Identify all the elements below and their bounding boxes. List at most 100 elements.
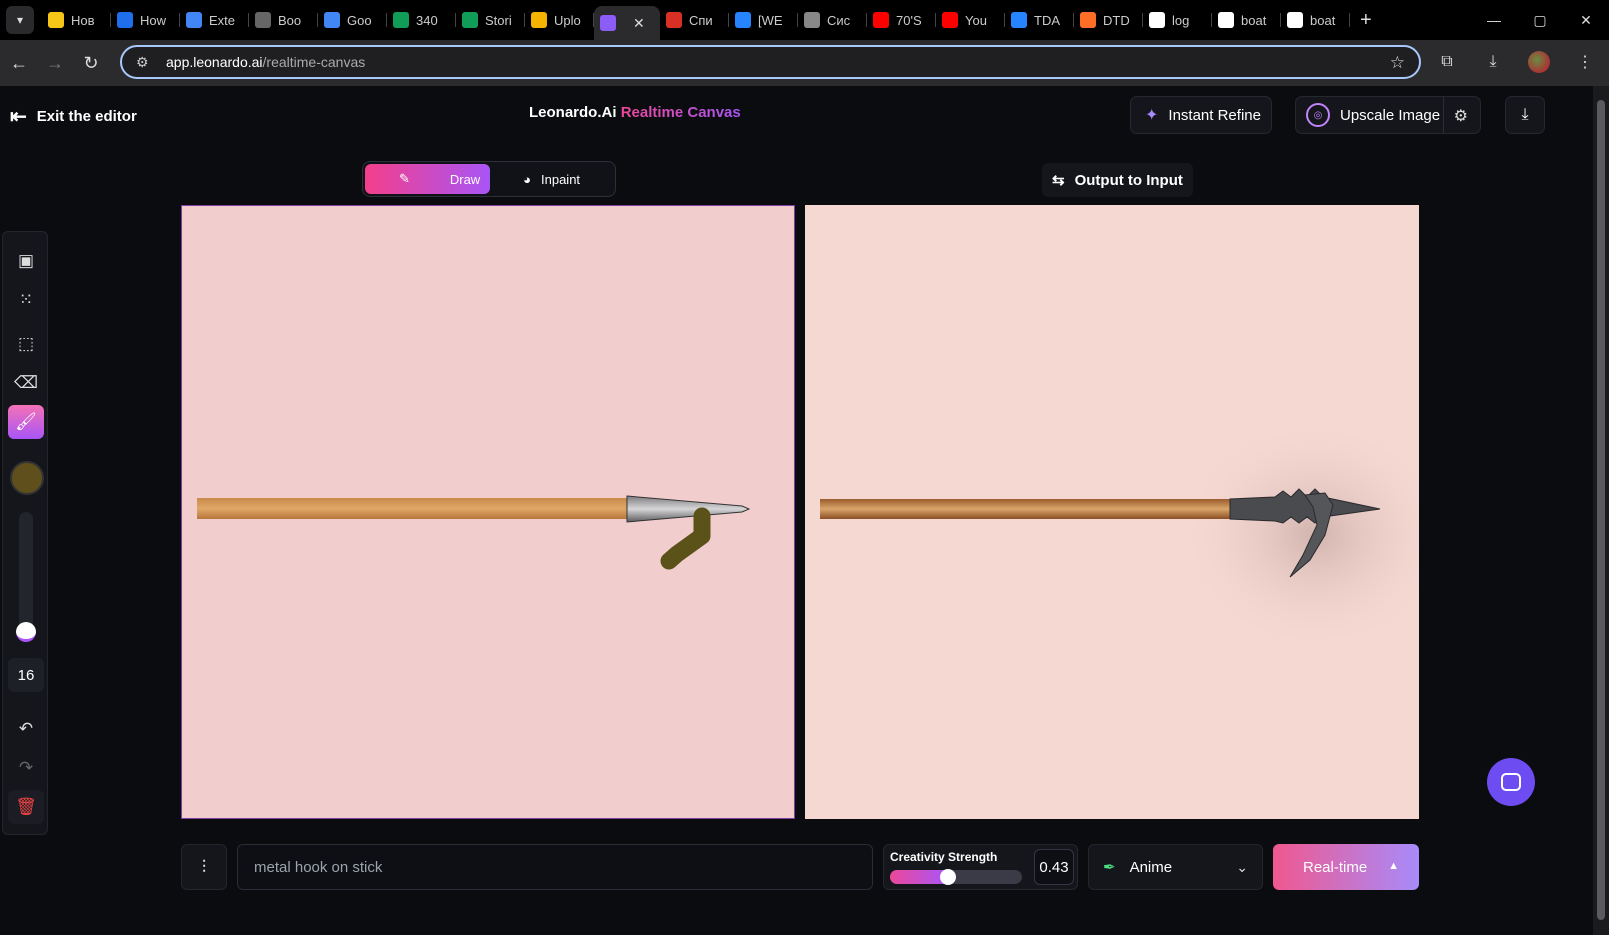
upscale-orb-icon: ◎ — [1306, 103, 1330, 127]
scrollbar-thumb[interactable] — [1597, 100, 1605, 920]
paint-brush-icon[interactable]: 🖌 — [8, 405, 44, 439]
tab-separator — [1349, 13, 1350, 27]
download-button[interactable]: ⤓ — [1505, 96, 1545, 134]
back-button[interactable]: ← — [2, 46, 36, 80]
brush-color-swatch[interactable] — [10, 461, 44, 495]
download-icon: ⤓ — [1521, 106, 1529, 123]
puzzle-icon — [186, 12, 202, 28]
browser-tab[interactable]: Сис — [798, 6, 867, 34]
slides-icon — [531, 12, 547, 28]
instant-refine-button[interactable]: ✦ Instant Refine — [1130, 96, 1272, 134]
prompt-settings-button[interactable]: ⫶ — [181, 844, 227, 890]
brush-size-slider[interactable] — [19, 512, 33, 640]
tab-label: Goo — [347, 12, 372, 28]
tab-label: boat — [1310, 12, 1336, 28]
output-to-input-button[interactable]: ⇆ Output to Input — [1042, 163, 1193, 197]
select-tool-icon[interactable]: ⬚ — [8, 327, 44, 361]
mode-toggle: ✎ Draw ◕ Inpaint — [362, 161, 616, 197]
creativity-slider-fill — [890, 870, 947, 884]
downloads-icon[interactable]: ⤓ — [1479, 48, 1507, 76]
page-scrollbar[interactable] — [1593, 86, 1609, 935]
browser-tab[interactable]: Goo — [318, 6, 387, 34]
creativity-strength-control: Creativity Strength 0.43 — [883, 844, 1078, 890]
browser-tab[interactable]: 70'S — [867, 6, 936, 34]
title-brand: Leonardo.Ai — [529, 104, 617, 121]
tab-label: 340 — [416, 12, 438, 28]
redo-icon[interactable]: ↷ — [8, 751, 44, 785]
tab-label: Нов — [71, 12, 95, 28]
trash-icon[interactable]: 🗑 — [8, 790, 44, 824]
draw-label: Draw — [449, 171, 481, 187]
tab-draw[interactable]: ✎ Draw — [365, 164, 491, 194]
tab-label: Спи — [689, 12, 713, 28]
hook-stroke — [660, 507, 711, 570]
browser-tab[interactable]: How — [111, 6, 180, 34]
realtime-label: Real-time — [1303, 858, 1368, 876]
tab-active[interactable]: ✕ — [594, 6, 660, 40]
input-canvas[interactable] — [181, 205, 795, 819]
browser-tab[interactable]: TDA — [1005, 6, 1074, 34]
browser-tab[interactable]: Exte — [180, 6, 249, 34]
grid-dots-icon[interactable]: ⁙ — [8, 283, 44, 317]
prompt-input[interactable]: metal hook on stick — [237, 844, 873, 890]
swap-arrows-icon: ⇆ — [1052, 172, 1065, 189]
browser-tab[interactable]: boat — [1212, 6, 1281, 34]
style-brush-icon: ✒ — [1103, 859, 1116, 876]
profile-avatar[interactable] — [1525, 48, 1553, 76]
new-tab-button[interactable]: + — [1360, 9, 1372, 32]
address-bar[interactable]: ⚙ app.leonardo.ai/realtime-canvas ☆ — [120, 45, 1421, 79]
browser-tab[interactable]: boat — [1281, 6, 1350, 34]
maximize-icon[interactable]: ▢ — [1517, 0, 1563, 40]
browser-tab[interactable]: You — [936, 6, 1005, 34]
undo-icon[interactable]: ↶ — [8, 712, 44, 746]
google-icon — [1287, 12, 1303, 28]
browser-tab[interactable]: 340 — [387, 6, 456, 34]
forward-button[interactable]: → — [38, 46, 72, 80]
browser-tab[interactable]: DTD — [1074, 6, 1143, 34]
browser-toolbar: ← → ↻ ⚙ app.leonardo.ai/realtime-canvas … — [0, 40, 1609, 86]
browser-tab[interactable]: log — [1143, 6, 1212, 34]
site-info-icon[interactable]: ⚙ — [136, 54, 156, 71]
creativity-slider-knob[interactable] — [939, 869, 956, 885]
creativity-value-input[interactable]: 0.43 — [1034, 849, 1074, 885]
browser-menu-icon[interactable]: ⋮ — [1571, 48, 1599, 76]
google-icon — [1218, 12, 1234, 28]
close-tab-icon[interactable]: ✕ — [633, 15, 645, 32]
brush-size-knob[interactable] — [16, 622, 36, 642]
generated-shaft — [820, 499, 1235, 519]
brush-size-value[interactable]: 16 — [8, 658, 44, 692]
sparkle-icon: ✦ — [1145, 107, 1159, 124]
eraser-icon[interactable]: ⌫ — [8, 366, 44, 400]
browser-tab[interactable]: Нов — [42, 6, 111, 34]
browser-tab[interactable]: Uplo — [525, 6, 594, 34]
browser-tab[interactable]: [WE — [729, 6, 798, 34]
shadow — [1175, 415, 1419, 655]
tab-search-button[interactable]: ▾ — [6, 6, 34, 34]
browser-tab[interactable]: Boo — [249, 6, 318, 34]
exit-arrow-icon: ⇤ — [10, 106, 27, 128]
creativity-slider[interactable] — [890, 870, 1022, 884]
style-label: Anime — [1129, 858, 1173, 876]
browser-tab[interactable]: Stori — [456, 6, 525, 34]
upscale-settings-gear-icon[interactable]: ⚙ — [1454, 106, 1468, 126]
chat-icon — [1501, 773, 1521, 791]
reload-button[interactable]: ↻ — [74, 46, 108, 80]
browser-actions: ⧉ ⤓ ⋮ — [1433, 48, 1599, 76]
realtime-button[interactable]: Real-time ▲ — [1273, 844, 1419, 890]
chat-support-button[interactable] — [1487, 758, 1535, 806]
minimize-icon[interactable]: — — [1471, 0, 1517, 40]
extensions-icon[interactable]: ⧉ — [1433, 48, 1461, 76]
upscale-image-button[interactable]: ◎ Upscale Image ⚙ — [1295, 96, 1481, 134]
creativity-strength-label: Creativity Strength — [890, 850, 998, 864]
bookmark-star-icon[interactable]: ☆ — [1390, 53, 1405, 73]
translate-icon — [324, 12, 340, 28]
close-window-icon[interactable]: ✕ — [1563, 0, 1609, 40]
browser-tab[interactable]: Спи — [660, 6, 729, 34]
style-dropdown[interactable]: ✒ Anime ⌄ — [1088, 844, 1263, 890]
add-image-icon[interactable]: ▣ — [8, 244, 44, 278]
tab-inpaint[interactable]: ◕ Inpaint — [490, 164, 613, 194]
tab-label: Uplo — [554, 12, 581, 28]
caret-up-icon[interactable]: ▲ — [1388, 860, 1399, 872]
tab-label: log — [1172, 12, 1190, 28]
exit-editor-button[interactable]: ⇤ Exit the editor — [10, 104, 137, 129]
